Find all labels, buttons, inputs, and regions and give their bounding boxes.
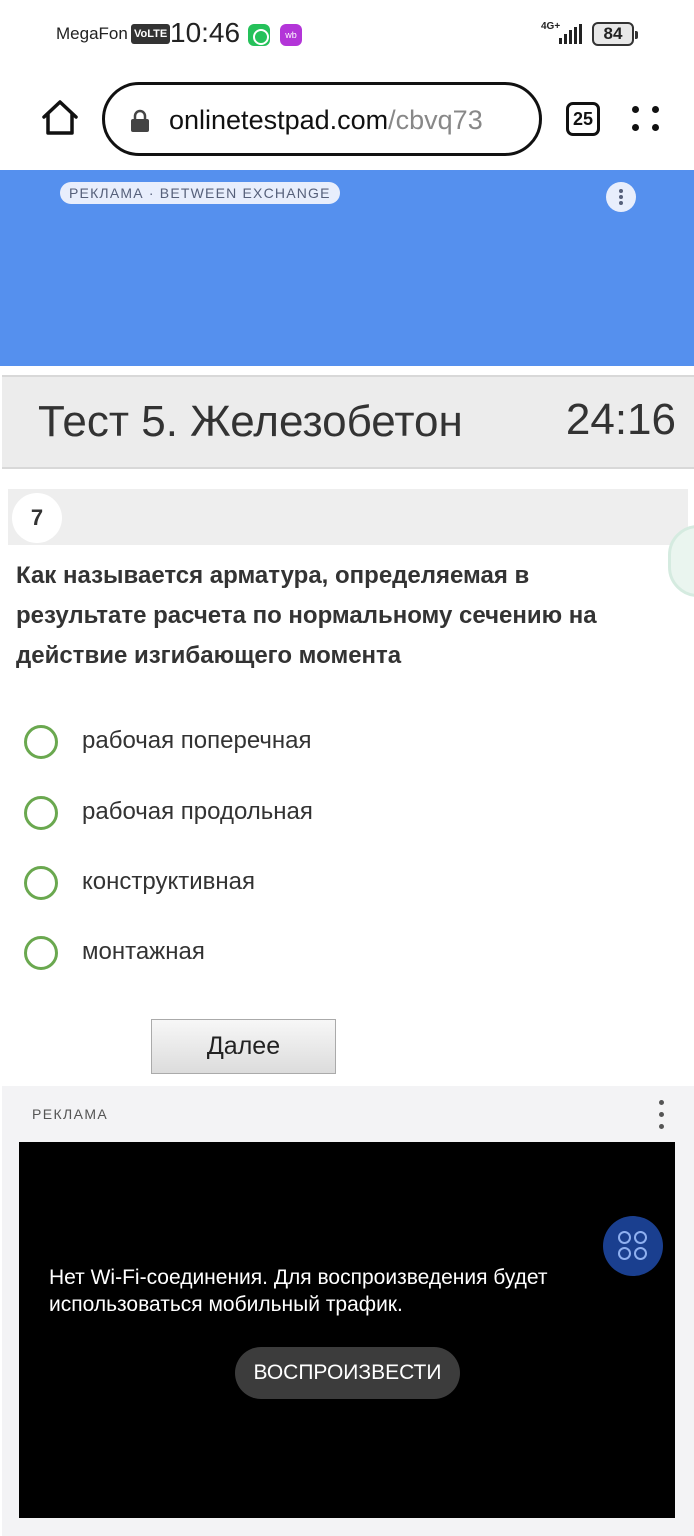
address-bar[interactable]: onlinetestpad.com/cbvq73 bbox=[102, 82, 542, 156]
carrier-name: MegaFon bbox=[56, 24, 128, 43]
test-title: Тест 5. Железобетон bbox=[38, 397, 463, 446]
url-path: /cbvq73 bbox=[388, 105, 483, 135]
network-type: 4G+ bbox=[541, 21, 561, 32]
ad-label: РЕКЛАМА · BETWEEN EXCHANGE bbox=[60, 182, 340, 204]
browser-toolbar: onlinetestpad.com/cbvq73 25 bbox=[0, 70, 694, 170]
test-header: Тест 5. Железобетон 24:16 bbox=[2, 375, 694, 469]
question-text: Как называется арматура, определяемая в … bbox=[16, 562, 597, 669]
answer-option-label[interactable]: монтажная bbox=[82, 938, 205, 966]
answer-option-label[interactable]: рабочая поперечная bbox=[82, 727, 311, 755]
ad-options-icon[interactable] bbox=[606, 182, 636, 212]
browser-menu-icon[interactable] bbox=[630, 100, 664, 140]
answer-option-4[interactable]: монтажная bbox=[24, 934, 524, 974]
radio-button[interactable] bbox=[24, 936, 58, 970]
ad-video-player[interactable]: Нет Wi-Fi-соединения. Для воспроизведени… bbox=[19, 1142, 675, 1518]
answer-option-label[interactable]: рабочая продольная bbox=[82, 798, 313, 826]
question-number: 7 bbox=[12, 493, 62, 543]
volte-badge: VoLTE bbox=[131, 24, 171, 44]
status-clock: 10:46 bbox=[170, 17, 241, 48]
floating-menu-icon[interactable] bbox=[603, 1216, 663, 1276]
play-button[interactable]: ВОСПРОИЗВЕСТИ bbox=[235, 1347, 460, 1399]
radio-button[interactable] bbox=[24, 866, 58, 900]
answer-option-label[interactable]: конструктивная bbox=[82, 868, 255, 896]
ad-label: РЕКЛАМА bbox=[32, 1106, 109, 1122]
top-ad-banner[interactable]: РЕКЛАМА · BETWEEN EXCHANGE bbox=[0, 170, 694, 366]
url-text: onlinetestpad.com/cbvq73 bbox=[169, 105, 483, 136]
tab-switcher-button[interactable]: 25 bbox=[566, 102, 600, 136]
answer-option-3[interactable]: конструктивная bbox=[24, 864, 524, 904]
radio-button[interactable] bbox=[24, 725, 58, 759]
answer-option-1[interactable]: рабочая поперечная bbox=[24, 723, 524, 763]
url-domain: onlinetestpad.com bbox=[169, 105, 389, 135]
page: MegaFon VoLTE 10:46 wb 4G+ 84 onlinetest… bbox=[0, 0, 694, 1536]
whatsapp-notification-icon bbox=[248, 24, 270, 46]
battery-indicator: 84 bbox=[592, 22, 638, 46]
bottom-ad-block: РЕКЛАМА Нет Wi-Fi-соединения. Для воспро… bbox=[2, 1086, 694, 1536]
next-button[interactable]: Далее bbox=[151, 1019, 336, 1074]
signal-strength-icon bbox=[559, 24, 583, 44]
question-number-strip bbox=[8, 489, 688, 545]
radio-button[interactable] bbox=[24, 796, 58, 830]
test-timer: 24:16 bbox=[565, 395, 676, 444]
home-icon[interactable] bbox=[40, 98, 80, 138]
no-wifi-message: Нет Wi-Fi-соединения. Для воспроизведени… bbox=[49, 1266, 548, 1316]
status-bar: MegaFon VoLTE 10:46 wb 4G+ 84 bbox=[0, 0, 694, 70]
wildberries-notification-icon: wb bbox=[280, 24, 302, 46]
lock-icon bbox=[131, 109, 149, 132]
answer-option-2[interactable]: рабочая продольная bbox=[24, 794, 524, 834]
ad-options-icon[interactable] bbox=[656, 1100, 666, 1132]
